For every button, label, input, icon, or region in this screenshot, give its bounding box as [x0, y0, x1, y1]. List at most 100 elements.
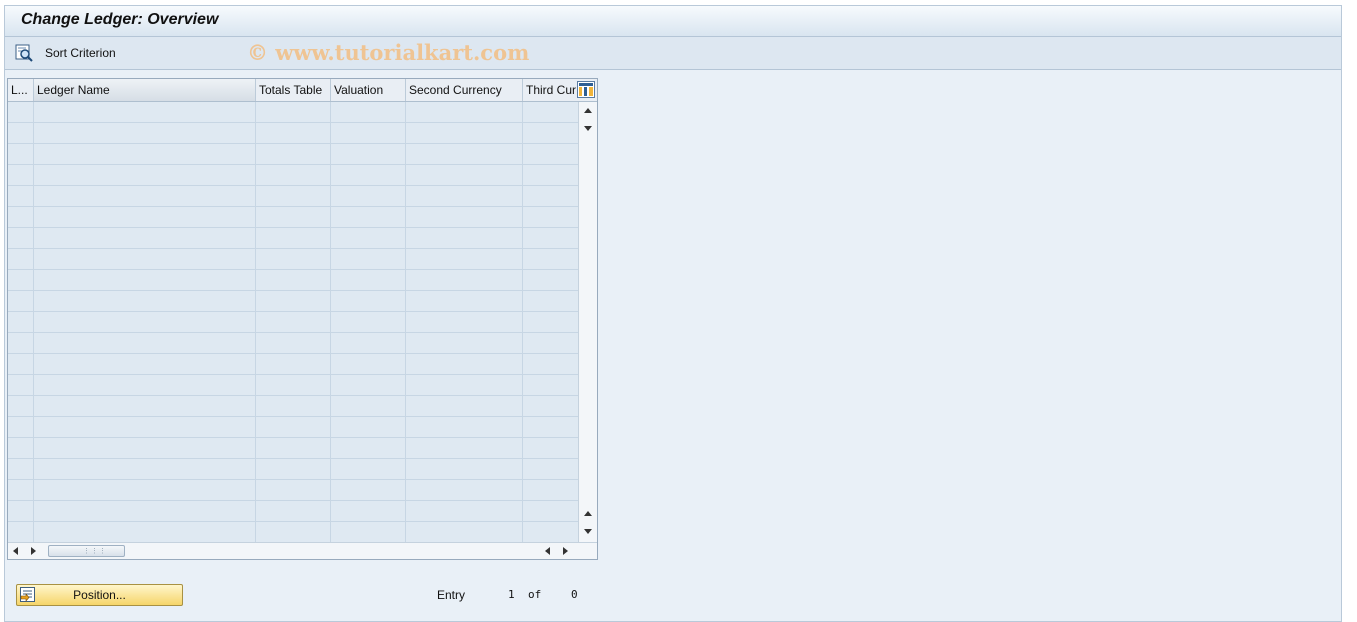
table-cell[interactable]	[34, 375, 256, 395]
table-row[interactable]	[8, 396, 578, 417]
table-cell[interactable]	[523, 270, 578, 290]
table-cell[interactable]	[256, 228, 331, 248]
table-cell[interactable]	[256, 144, 331, 164]
table-cell[interactable]	[523, 396, 578, 416]
table-cell[interactable]	[523, 522, 578, 542]
table-cell[interactable]	[523, 291, 578, 311]
table-cell[interactable]	[256, 102, 331, 122]
column-header-third-currency[interactable]: Third Cur	[523, 79, 577, 101]
table-cell[interactable]	[34, 417, 256, 437]
table-cell[interactable]	[34, 312, 256, 332]
table-cell[interactable]	[331, 312, 406, 332]
table-row[interactable]	[8, 291, 578, 312]
scroll-up-icon[interactable]	[584, 108, 592, 113]
table-cell[interactable]	[8, 354, 34, 374]
table-cell[interactable]	[8, 102, 34, 122]
table-cell[interactable]	[331, 165, 406, 185]
table-settings-icon[interactable]	[577, 81, 595, 98]
scroll-page-down-icon[interactable]	[584, 529, 592, 534]
table-cell[interactable]	[256, 438, 331, 458]
table-cell[interactable]	[406, 186, 523, 206]
table-cell[interactable]	[523, 459, 578, 479]
vertical-scrollbar[interactable]	[578, 102, 597, 542]
table-row[interactable]	[8, 438, 578, 459]
table-cell[interactable]	[34, 102, 256, 122]
table-cell[interactable]	[8, 501, 34, 521]
table-cell[interactable]	[331, 144, 406, 164]
table-cell[interactable]	[523, 228, 578, 248]
table-cell[interactable]	[256, 312, 331, 332]
table-cell[interactable]	[331, 522, 406, 542]
table-cell[interactable]	[331, 333, 406, 353]
table-cell[interactable]	[34, 396, 256, 416]
table-cell[interactable]	[256, 207, 331, 227]
table-row[interactable]	[8, 417, 578, 438]
table-row[interactable]	[8, 144, 578, 165]
column-header-ledger-name[interactable]: Ledger Name	[34, 79, 256, 101]
table-cell[interactable]	[256, 291, 331, 311]
table-cell[interactable]	[406, 438, 523, 458]
table-cell[interactable]	[8, 270, 34, 290]
table-cell[interactable]	[331, 186, 406, 206]
table-cell[interactable]	[256, 123, 331, 143]
table-cell[interactable]	[34, 438, 256, 458]
table-cell[interactable]	[8, 417, 34, 437]
table-cell[interactable]	[406, 333, 523, 353]
table-cell[interactable]	[331, 123, 406, 143]
table-cell[interactable]	[406, 354, 523, 374]
table-cell[interactable]	[406, 165, 523, 185]
table-cell[interactable]	[256, 396, 331, 416]
table-row[interactable]	[8, 207, 578, 228]
table-cell[interactable]	[34, 207, 256, 227]
column-header-valuation[interactable]: Valuation	[331, 79, 406, 101]
column-header-totals-table[interactable]: Totals Table	[256, 79, 331, 101]
table-row[interactable]	[8, 501, 578, 522]
table-cell[interactable]	[523, 207, 578, 227]
table-cell[interactable]	[406, 123, 523, 143]
table-cell[interactable]	[523, 165, 578, 185]
table-cell[interactable]	[523, 501, 578, 521]
position-button[interactable]: Position...	[16, 584, 183, 606]
table-cell[interactable]	[406, 522, 523, 542]
table-cell[interactable]	[8, 165, 34, 185]
table-row[interactable]	[8, 522, 578, 542]
table-cell[interactable]	[406, 312, 523, 332]
table-cell[interactable]	[406, 417, 523, 437]
table-cell[interactable]	[34, 522, 256, 542]
table-cell[interactable]	[34, 501, 256, 521]
sort-criterion-button[interactable]: Sort Criterion	[15, 43, 116, 63]
table-cell[interactable]	[331, 228, 406, 248]
table-cell[interactable]	[34, 333, 256, 353]
table-cell[interactable]	[523, 480, 578, 500]
table-cell[interactable]	[523, 123, 578, 143]
horizontal-scrollbar[interactable]: ⋮⋮⋮	[8, 542, 597, 559]
table-cell[interactable]	[256, 249, 331, 269]
table-cell[interactable]	[331, 459, 406, 479]
table-cell[interactable]	[8, 480, 34, 500]
table-cell[interactable]	[406, 228, 523, 248]
table-row[interactable]	[8, 186, 578, 207]
horizontal-scroll-thumb[interactable]: ⋮⋮⋮	[48, 545, 125, 557]
table-cell[interactable]	[406, 291, 523, 311]
table-cell[interactable]	[406, 459, 523, 479]
table-cell[interactable]	[34, 270, 256, 290]
table-row[interactable]	[8, 480, 578, 501]
table-cell[interactable]	[34, 291, 256, 311]
scroll-right-end-icon[interactable]	[563, 547, 568, 555]
table-cell[interactable]	[34, 144, 256, 164]
table-cell[interactable]	[256, 417, 331, 437]
table-cell[interactable]	[331, 270, 406, 290]
table-cell[interactable]	[523, 312, 578, 332]
table-cell[interactable]	[8, 375, 34, 395]
table-cell[interactable]	[34, 354, 256, 374]
table-cell[interactable]	[406, 396, 523, 416]
table-cell[interactable]	[34, 123, 256, 143]
scroll-left-icon[interactable]	[13, 547, 18, 555]
table-cell[interactable]	[331, 396, 406, 416]
table-cell[interactable]	[34, 459, 256, 479]
table-row[interactable]	[8, 102, 578, 123]
table-cell[interactable]	[8, 186, 34, 206]
table-cell[interactable]	[523, 102, 578, 122]
table-row[interactable]	[8, 270, 578, 291]
table-cell[interactable]	[256, 480, 331, 500]
